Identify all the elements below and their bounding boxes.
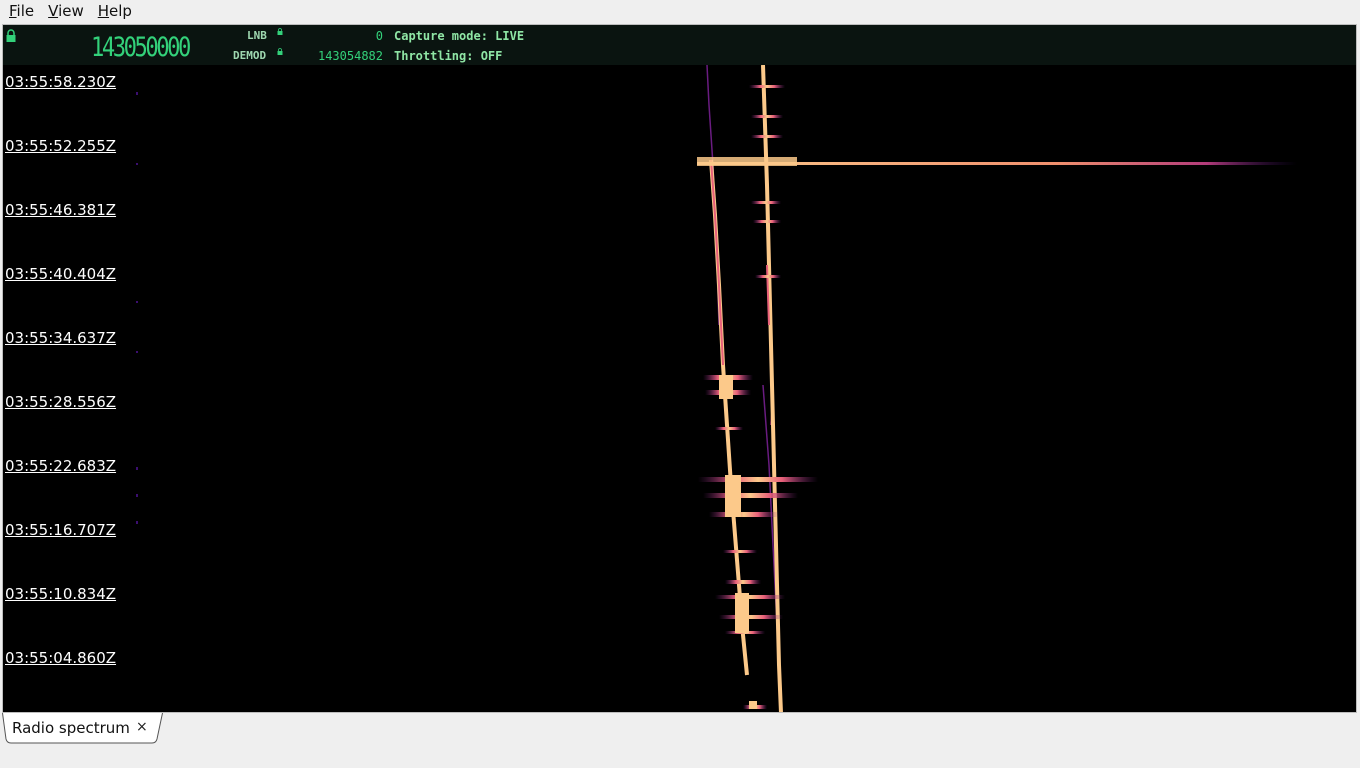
menu-view-label: iew — [58, 2, 84, 20]
spectrum-panel: 143050000 LNB 0 DEMOD 143054882 Capture … — [2, 24, 1357, 713]
demod-label: DEMOD — [233, 49, 267, 62]
timestamp-label: 03:55:04.860Z — [5, 649, 117, 667]
timestamp-label: 03:55:22.683Z — [5, 457, 117, 475]
menu-file-label: ile — [16, 2, 35, 20]
menu-help-label: elp — [109, 2, 132, 20]
lock-icon[interactable] — [6, 29, 16, 43]
menu-view-mnemonic: V — [48, 2, 59, 20]
menu-bar: File View Help — [0, 0, 1360, 22]
tab-radio-spectrum[interactable]: Radio spectrum × — [2, 713, 163, 744]
menu-help-mnemonic: H — [97, 2, 110, 20]
timestamp-label: 03:55:28.556Z — [5, 393, 117, 411]
timestamp-label: 03:55:58.230Z — [5, 73, 117, 91]
demod-value[interactable]: 143054882 — [303, 49, 383, 63]
close-icon[interactable]: × — [136, 719, 148, 735]
menu-file[interactable]: File — [4, 0, 39, 22]
timestamp-label: 03:55:40.404Z — [5, 265, 117, 283]
menu-file-mnemonic: F — [9, 2, 17, 20]
tab-bar: Radio spectrum × — [0, 713, 1360, 768]
timestamp-label: 03:55:34.637Z — [5, 329, 117, 347]
timestamp-label: 03:55:46.381Z — [5, 201, 117, 219]
timestamp-label: 03:55:16.707Z — [5, 521, 117, 539]
tab-label: Radio spectrum — [12, 719, 130, 737]
timestamp-label: 03:55:52.255Z — [5, 137, 117, 155]
capture-mode-status: Capture mode: LIVE — [394, 29, 525, 43]
frequency-header: 143050000 LNB 0 DEMOD 143054882 Capture … — [3, 25, 1356, 65]
demod-lock-icon[interactable] — [277, 48, 283, 55]
main-frequency-display[interactable]: 143050000 — [91, 32, 191, 63]
timestamp-axis: 03:55:58.230Z 03:55:52.255Z 03:55:46.381… — [3, 65, 133, 712]
timestamp-label: 03:55:10.834Z — [5, 585, 117, 603]
menu-help[interactable]: Help — [93, 0, 137, 22]
throttling-status: Throttling: OFF — [394, 49, 503, 63]
lnb-lock-icon[interactable] — [277, 28, 283, 35]
lnb-value[interactable]: 0 — [303, 29, 383, 43]
lnb-label: LNB — [247, 29, 267, 42]
waterfall-display[interactable] — [3, 65, 1356, 713]
menu-view[interactable]: View — [43, 0, 89, 22]
